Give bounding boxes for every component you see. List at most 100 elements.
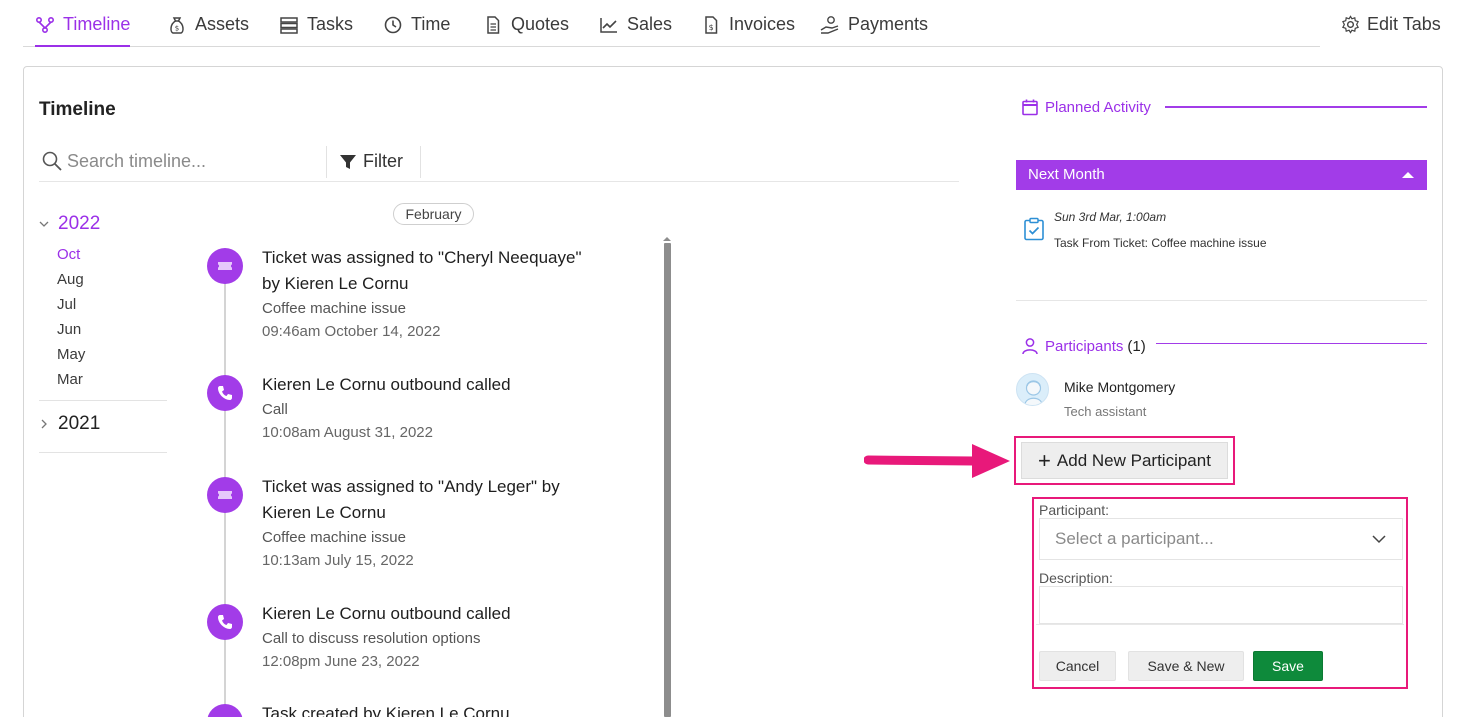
add-new-participant-button[interactable]: + Add New Participant (1021, 442, 1228, 479)
year-2021[interactable]: 2021 (38, 413, 100, 435)
edit-tabs-label: Edit Tabs (1367, 14, 1441, 34)
entry-date: 10:13am July 15, 2022 (262, 552, 414, 569)
year-label: 2022 (58, 213, 101, 234)
entry-title: Ticket was assigned to "Cheryl Neequaye"… (262, 248, 582, 293)
document-icon (487, 16, 500, 34)
entry-title: Kieren Le Cornu outbound called (262, 375, 511, 394)
year-2022[interactable]: 2022 (38, 213, 100, 235)
calendar-icon (1022, 99, 1038, 116)
search-timeline-input[interactable] (67, 149, 317, 173)
year-divider (39, 452, 167, 453)
description-field[interactable] (1039, 586, 1403, 624)
activity-description[interactable]: Task From Ticket: Coffee machine issue (1054, 236, 1267, 250)
ticket-event-dot (207, 248, 243, 284)
participant-field-label: Participant: (1039, 502, 1110, 518)
planned-activity-label: Planned Activity (1045, 98, 1151, 116)
month-pill: February (393, 203, 474, 225)
timeline-entry[interactable]: Task created by Kieren Le Cornu (262, 701, 602, 717)
month-aug[interactable]: Aug (57, 271, 84, 288)
gear-icon (1342, 15, 1359, 34)
tab-label: Time (411, 14, 451, 34)
svg-text:$: $ (709, 23, 714, 32)
add-participant-label: Add New Participant (1056, 450, 1211, 470)
description-field-label: Description: (1039, 570, 1113, 586)
participant-select[interactable]: Select a participant... (1039, 518, 1403, 560)
year-divider (39, 400, 167, 401)
tab-time[interactable]: Time (383, 14, 450, 47)
tab-assets[interactable]: $ Assets (167, 14, 249, 47)
participants-heading: Participants (1) (1021, 337, 1146, 355)
ticket-event-dot (207, 477, 243, 513)
timeline-title: Timeline (39, 99, 116, 120)
avatar (1016, 373, 1049, 406)
tab-label: Payments (848, 14, 929, 34)
phone-icon (218, 615, 232, 629)
entry-date: 09:46am October 14, 2022 (262, 323, 441, 340)
tab-label: Timeline (63, 14, 131, 34)
tab-timeline[interactable]: Timeline (35, 14, 131, 47)
participant-name: Mike Montgomery (1064, 379, 1176, 395)
participant-select-value: Select a participant... (1055, 529, 1214, 548)
entry-subtitle: Coffee machine issue (262, 529, 406, 546)
search-icon (42, 151, 62, 171)
timeline-scrollbar[interactable] (664, 243, 671, 717)
form-divider (1036, 624, 1404, 625)
chart-line-icon (600, 18, 617, 33)
chevron-right-icon (41, 419, 47, 429)
next-month-label: Next Month (1028, 166, 1105, 183)
call-event-dot (207, 375, 243, 411)
ticket-icon (218, 262, 232, 270)
tab-label: Quotes (511, 14, 570, 34)
section-rule (1165, 106, 1427, 108)
toolbar-divider (420, 146, 421, 178)
tab-label: Assets (195, 14, 250, 34)
caret-up-icon (1402, 172, 1414, 178)
toolbar-divider (326, 146, 327, 178)
tasks-list-icon (280, 17, 298, 34)
entry-date: 10:08am August 31, 2022 (262, 424, 433, 441)
tab-label: Sales (627, 14, 673, 34)
timeline-toolbar: Filter (39, 143, 959, 182)
tab-payments[interactable]: Payments (820, 14, 928, 47)
entry-title: Kieren Le Cornu outbound called (262, 604, 511, 623)
filter-icon (340, 154, 356, 169)
svg-text:$: $ (175, 25, 179, 33)
ticket-icon (218, 491, 232, 499)
plus-icon: + (1038, 447, 1051, 473)
tab-label: Invoices (729, 14, 796, 34)
filter-button[interactable]: Filter (339, 151, 403, 172)
next-month-group-header[interactable]: Next Month (1016, 160, 1427, 190)
cancel-button[interactable]: Cancel (1039, 651, 1116, 681)
tab-label: Tasks (307, 14, 354, 34)
entry-subtitle: Coffee machine issue (262, 300, 406, 317)
tab-sales[interactable]: Sales (599, 14, 672, 47)
month-oct[interactable]: Oct (57, 246, 80, 263)
tab-invoices[interactable]: $ Invoices (701, 14, 795, 47)
save-button[interactable]: Save (1253, 651, 1323, 681)
chevron-down-icon (39, 221, 49, 227)
timeline-entry[interactable]: Kieren Le Cornu outbound called Call 10:… (262, 372, 602, 444)
entry-title: Ticket was assigned to "Andy Leger" by K… (262, 477, 560, 522)
section-rule (1156, 343, 1427, 344)
save-and-new-button[interactable]: Save & New (1128, 651, 1244, 681)
hand-coin-icon (820, 16, 839, 34)
money-bag-icon: $ (170, 17, 184, 34)
edit-tabs-button[interactable]: Edit Tabs (1341, 14, 1441, 35)
timeline-entry[interactable]: Ticket was assigned to "Andy Leger" by K… (262, 474, 602, 572)
timeline-entry[interactable]: Kieren Le Cornu outbound called Call to … (262, 601, 602, 673)
chevron-down-icon (1372, 535, 1386, 544)
call-event-dot (207, 604, 243, 640)
planned-activity-heading: Planned Activity (1021, 98, 1151, 116)
clock-icon (384, 16, 402, 34)
clipboard-check-icon (1024, 217, 1044, 241)
month-may[interactable]: May (57, 346, 85, 363)
scroll-up-arrow[interactable] (663, 237, 671, 241)
timeline-entry[interactable]: Ticket was assigned to "Cheryl Neequaye"… (262, 245, 602, 343)
activity-date: Sun 3rd Mar, 1:00am (1054, 210, 1167, 224)
tab-quotes[interactable]: Quotes (483, 14, 569, 47)
month-mar[interactable]: Mar (57, 371, 83, 388)
month-jun[interactable]: Jun (57, 321, 81, 338)
participant-role: Tech assistant (1064, 404, 1147, 419)
month-jul[interactable]: Jul (57, 296, 76, 313)
tab-tasks[interactable]: Tasks (279, 14, 353, 47)
